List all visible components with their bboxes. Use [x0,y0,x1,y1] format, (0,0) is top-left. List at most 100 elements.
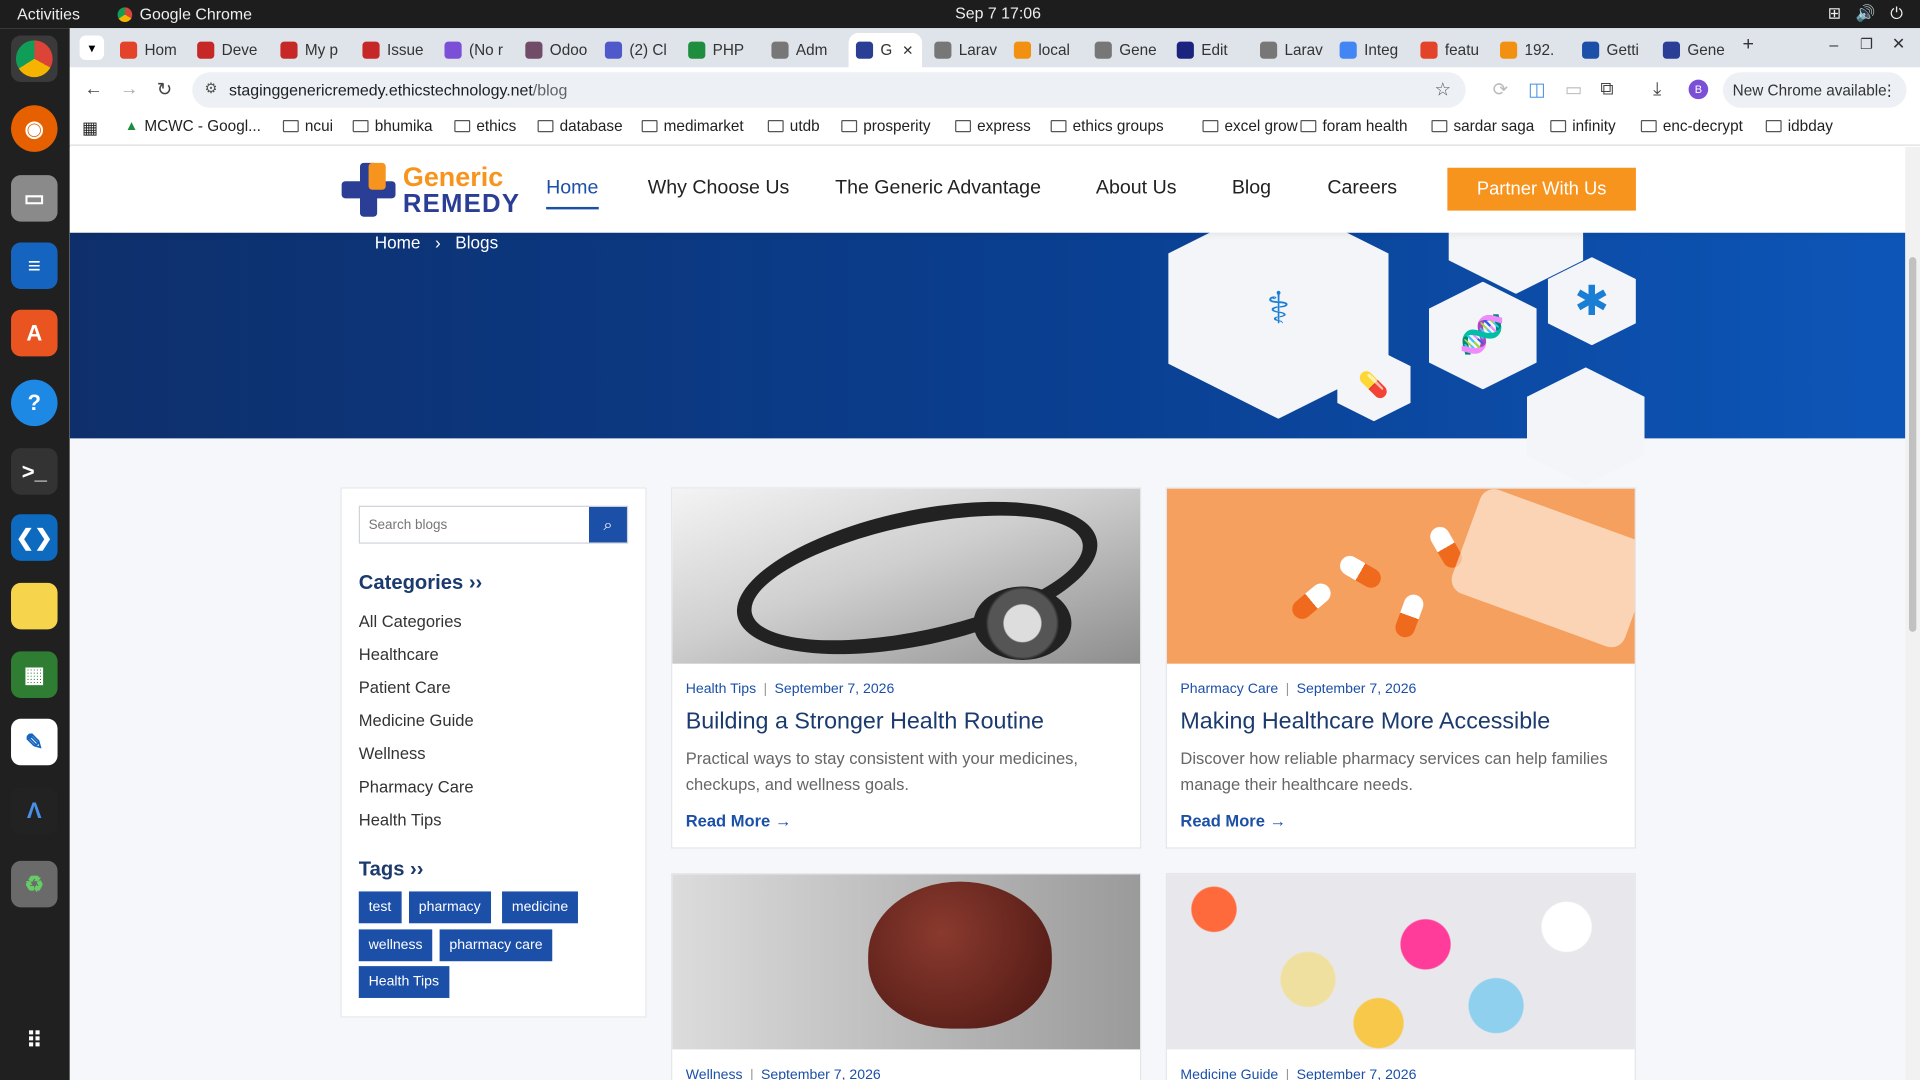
bookmark-item[interactable]: prosperity [841,118,930,135]
browser-tab[interactable]: Gene [1656,33,1729,67]
window-close-button[interactable]: ✕ [1892,34,1905,54]
browser-tab[interactable]: Edit [1169,33,1242,67]
browser-tab[interactable]: PHP [681,33,754,67]
search-input[interactable] [360,506,591,543]
nav-generic-advantage[interactable]: The Generic Advantage [835,178,1041,200]
bookmark-star-icon[interactable]: ☆ [1435,78,1451,101]
app-grid-icon[interactable]: ⠿ [11,1018,58,1065]
bookmark-item[interactable]: ncui [282,118,333,135]
browser-tab[interactable]: Odoo [518,33,591,67]
bookmark-item[interactable]: utdb [767,118,820,135]
browser-tab[interactable]: Adm [764,33,837,67]
bookmark-item[interactable]: foram health [1300,118,1408,135]
bookmark-item[interactable]: database [537,118,623,135]
browser-tab[interactable]: Issue [355,33,428,67]
bookmark-item[interactable]: enc-decrypt [1640,118,1743,135]
browser-tab[interactable]: Larav [1253,33,1326,67]
read-more-link[interactable]: Read More → [686,812,792,830]
bookmark-item[interactable]: excel grow [1202,118,1298,135]
forward-button[interactable]: → [120,78,138,99]
category-link[interactable]: Wellness [359,744,426,762]
bookmark-item[interactable]: express [955,118,1031,135]
post-category[interactable]: Wellness [686,1068,743,1080]
nav-careers[interactable]: Careers [1327,178,1397,200]
tag-chip[interactable]: pharmacy care [439,929,553,962]
browser-tab[interactable]: local [1007,33,1080,67]
read-more-link[interactable]: Read More → [1180,812,1286,830]
bookmark-item[interactable]: ▲ MCWC - Googl... [125,118,261,135]
tag-chip[interactable]: wellness [358,929,433,962]
site-logo[interactable]: Generic REMEDY [341,162,521,217]
maximize-button[interactable]: ❐ [1860,36,1873,53]
apps-icon[interactable]: ▦ [82,118,98,139]
terminal-icon[interactable]: >_ [11,448,58,495]
category-link[interactable]: All Categories [359,612,462,630]
extension-icon[interactable]: ◫ [1528,78,1545,101]
search-button[interactable]: ⌕ [588,506,627,543]
browser-tab[interactable]: Deve [190,33,263,67]
category-link[interactable]: Health Tips [359,811,442,829]
nav-home[interactable]: Home [546,178,599,210]
files-icon[interactable]: ▭ [11,175,58,222]
reload-button[interactable]: ↻ [157,78,172,101]
browser-tab[interactable]: (No r [437,33,510,67]
browser-tab[interactable]: (2) Cl [598,33,671,67]
android-studio-icon[interactable]: Λ [11,787,58,834]
category-link[interactable]: Healthcare [359,645,439,663]
browser-tab[interactable]: Larav [927,33,1000,67]
browser-tab[interactable]: Getti [1575,33,1648,67]
browser-tab[interactable]: Hom [113,33,186,67]
vscode-icon[interactable]: ❮❯ [11,514,58,561]
tag-chip[interactable]: test [358,891,402,924]
help-icon[interactable]: ? [11,379,58,427]
nav-why-choose-us[interactable]: Why Choose Us [648,178,790,200]
new-chrome-available-button[interactable]: New Chrome available ⋮ [1722,72,1907,108]
browser-tab[interactable]: Integ [1332,33,1405,67]
notes-icon[interactable] [11,582,58,630]
new-tab-button[interactable]: + [1742,34,1753,56]
tag-chip[interactable]: Health Tips [358,966,449,998]
blog-card[interactable]: Medicine Guide | September 7, 2026 [1165,873,1636,1080]
browser-tab[interactable]: 192. [1493,33,1566,67]
profile-avatar[interactable]: B [1688,79,1709,100]
firefox-icon[interactable]: ◉ [11,105,58,152]
trash-icon[interactable]: ♻ [11,860,58,908]
back-button[interactable]: ← [84,78,102,99]
bookmark-item[interactable]: ethics groups [1050,118,1164,135]
bookmark-item[interactable]: medimarket [641,118,744,135]
software-center-icon[interactable]: A [11,309,58,357]
tab-close-icon[interactable]: ✕ [902,42,913,58]
writer-icon[interactable]: ≡ [11,242,58,289]
tag-chip[interactable]: pharmacy [408,891,491,924]
category-link[interactable]: Medicine Guide [359,711,474,729]
category-link[interactable]: Pharmacy Care [359,778,474,796]
activities-button[interactable]: Activities [17,5,80,23]
post-category[interactable]: Health Tips [686,682,756,697]
minimize-button[interactable]: – [1829,36,1838,54]
page-scrollbar[interactable] [1905,146,1920,1080]
blog-card[interactable]: Pharmacy Care | September 7, 2026 Making H… [1165,487,1636,849]
clock[interactable]: Sep 7 17:06 [955,4,1041,22]
breadcrumb-home[interactable]: Home [375,233,421,253]
partner-with-us-button[interactable]: Partner With Us [1447,167,1636,211]
bookmark-item[interactable]: ethics [454,118,516,135]
address-bar[interactable]: ⚙ staginggenericremedy.ethicstechnology.… [192,72,1466,108]
browser-tab[interactable]: G ✕ [848,33,923,68]
browser-tab[interactable]: My p [273,33,346,67]
tab-search-button[interactable]: ▾ [79,35,105,61]
scrollbar-thumb[interactable] [1908,257,1917,632]
chrome-dock-icon[interactable] [11,35,58,83]
text-editor-icon[interactable]: ✎ [11,718,58,766]
bookmark-item[interactable]: idbday [1765,118,1833,135]
post-title[interactable]: Making Healthcare More Accessible [1180,709,1550,736]
browser-tab[interactable]: featu [1413,33,1486,67]
system-tray[interactable]: ⊞ 🔊 ⏻ [1828,4,1903,24]
app-menu[interactable]: Google Chrome [117,5,252,23]
spreadsheet-icon[interactable]: ▦ [11,651,58,698]
tag-chip[interactable]: medicine [502,891,579,924]
post-title[interactable]: Building a Stronger Health Routine [686,709,1044,736]
extension-icon[interactable]: ⟳ [1493,78,1508,101]
download-icon[interactable]: ⤓ [1653,78,1661,99]
nav-about-us[interactable]: About Us [1096,178,1177,200]
extension-icon[interactable]: ▭ [1565,78,1582,101]
